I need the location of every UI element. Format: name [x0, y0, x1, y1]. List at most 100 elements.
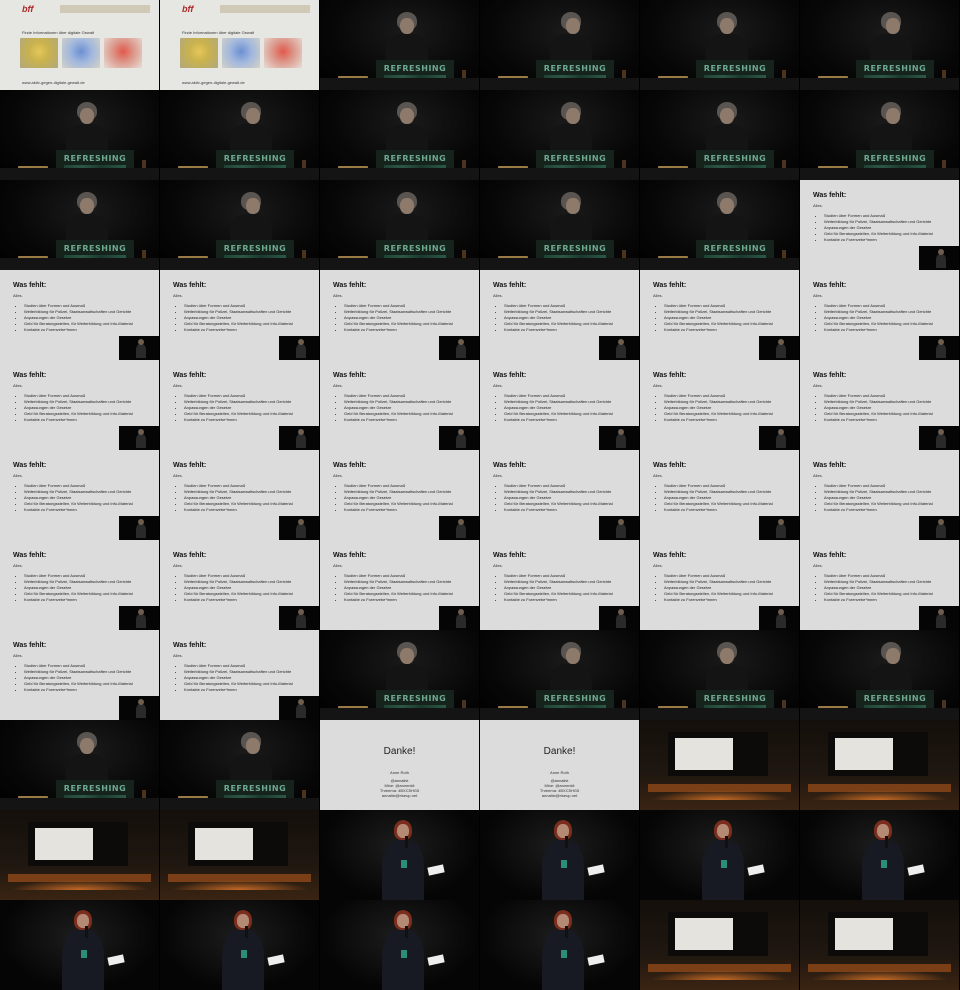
- paper-card: [427, 864, 445, 876]
- slide-subtitle: Alles.: [173, 653, 183, 658]
- stage-lights: [10, 880, 149, 890]
- picture-in-picture-speaker: [759, 426, 799, 450]
- slide-bullet-list: Studien über Formen und Ausmaß Weiterbil…: [498, 303, 613, 333]
- moderator-body: [62, 930, 104, 990]
- pip-speaker-body: [776, 524, 786, 538]
- slide-bullet: Kontakte zu Forenvebe*innen: [24, 417, 133, 423]
- slide-title: Was fehlt:: [813, 372, 847, 379]
- frame-speaker-stage: REFRESHING: [480, 630, 640, 720]
- pip-speaker-body: [136, 524, 146, 538]
- frame-moderator: [800, 810, 960, 900]
- lanyard-badge: [721, 860, 727, 868]
- moderator-body: [702, 840, 744, 900]
- frame-speaker-stage: REFRESHING: [0, 720, 160, 810]
- pip-speaker-head: [778, 609, 784, 615]
- frame-slide-was-fehlt: Was fehlt: Alles. Studien über Formen un…: [800, 360, 960, 450]
- frame-moderator: [480, 810, 640, 900]
- frame-slide-was-fehlt: Was fehlt: Alles. Studien über Formen un…: [480, 450, 640, 540]
- pip-speaker-body: [136, 344, 146, 358]
- frame-moderator: [320, 900, 480, 990]
- paper-card: [267, 954, 285, 966]
- slide-subtitle: Alles.: [493, 563, 503, 568]
- slide-title: Was fehlt:: [13, 552, 47, 559]
- pip-speaker-body: [136, 614, 146, 628]
- paper-card: [587, 864, 605, 876]
- slide-subtitle: Alles.: [333, 473, 343, 478]
- pip-speaker-body: [456, 524, 466, 538]
- slide-bullet: Kontakte zu Forenvebe*innen: [344, 327, 453, 333]
- speaker-face: [720, 108, 734, 124]
- frame-webpage: bff Finde Informationen über digitale Ge…: [0, 0, 160, 90]
- frame-speaker-stage: REFRESHING: [800, 630, 960, 720]
- slide-bullet-list: Studien über Formen und Ausmaß Weiterbil…: [178, 573, 293, 603]
- pip-speaker-head: [778, 339, 784, 345]
- slide-bullet-list: Studien über Formen und Ausmaß Weiterbil…: [178, 663, 293, 693]
- lectern-label: REFRESHING: [63, 154, 127, 163]
- frame-slide-was-fehlt: Was fehlt: Alles. Studien über Formen un…: [640, 450, 800, 540]
- frame-speaker-stage: REFRESHING: [800, 90, 960, 180]
- web-nav-bar: [220, 5, 310, 13]
- frame-speaker-stage: REFRESHING: [640, 0, 800, 90]
- picture-in-picture-speaker: [599, 426, 639, 450]
- moderator-body: [862, 840, 904, 900]
- slide-title: Was fehlt:: [813, 552, 847, 559]
- frame-speaker-stage: REFRESHING: [160, 720, 320, 810]
- microphone: [565, 836, 568, 848]
- picture-in-picture-speaker: [919, 246, 959, 270]
- slide-subtitle: Alles.: [333, 383, 343, 388]
- pip-speaker-head: [458, 519, 464, 525]
- slide-subtitle: Alles.: [493, 383, 503, 388]
- stage-floor: [800, 168, 959, 180]
- lanyard-badge: [881, 860, 887, 868]
- paper-card: [427, 954, 445, 966]
- frame-hall-wide-shot: [800, 900, 960, 990]
- lectern-label: REFRESHING: [543, 694, 607, 703]
- slide-bullet: Kontakte zu Forenvebe*innen: [664, 597, 773, 603]
- contact-line: annalist@riseup.net: [381, 793, 418, 798]
- web-thumbnail: [180, 38, 218, 68]
- lectern-label: REFRESHING: [703, 154, 767, 163]
- frame-slide-danke: Danke! Anne Roth @annalist Mine: @annenk…: [320, 720, 480, 810]
- web-footer-url: www.aktiv-gegen-digitale-gewalt.de: [22, 80, 85, 85]
- web-nav-bar: [60, 5, 150, 13]
- frame-slide-was-fehlt: Was fehlt: Alles. Studien über Formen un…: [800, 180, 960, 270]
- stage-floor: [480, 258, 639, 270]
- picture-in-picture-speaker: [919, 336, 959, 360]
- slide-subtitle: Alles.: [813, 473, 823, 478]
- slide-bullet: Kontakte zu Forenvebe*innen: [344, 597, 453, 603]
- frame-speaker-stage: REFRESHING: [0, 90, 160, 180]
- thanks-title: Danke!: [543, 746, 576, 757]
- pip-speaker-body: [616, 614, 626, 628]
- slide-bullet: Kontakte zu Forenvebe*innen: [504, 597, 613, 603]
- picture-in-picture-speaker: [759, 606, 799, 630]
- web-thumbnail: [264, 38, 302, 68]
- frame-slide-was-fehlt: Was fehlt: Alles. Studien über Formen un…: [480, 540, 640, 630]
- slide-bullet-list: Studien über Formen und Ausmaß Weiterbil…: [658, 393, 773, 423]
- bff-logo: bff: [182, 4, 194, 14]
- lanyard-badge: [241, 950, 247, 958]
- pip-speaker-head: [298, 429, 304, 435]
- slide-title: Was fehlt:: [813, 282, 847, 289]
- slide-bullet: Kontakte zu Forenvebe*innen: [504, 507, 613, 513]
- stage-floor: [480, 168, 639, 180]
- pip-speaker-body: [456, 614, 466, 628]
- picture-in-picture-speaker: [119, 336, 159, 360]
- web-intro-text: Finde Informationen über digitale Gewalt: [22, 30, 95, 35]
- pip-speaker-head: [458, 339, 464, 345]
- pip-speaker-body: [296, 434, 306, 448]
- frame-slide-was-fehlt: Was fehlt: Alles. Studien über Formen un…: [0, 360, 160, 450]
- slide-bullet-list: Studien über Formen und Ausmaß Weiterbil…: [18, 483, 133, 513]
- speaker-face: [566, 198, 580, 214]
- speaker-face: [400, 198, 414, 214]
- moderator-body: [382, 840, 424, 900]
- lectern-label: REFRESHING: [63, 784, 127, 793]
- pip-speaker-head: [138, 519, 144, 525]
- pip-speaker-body: [936, 344, 946, 358]
- pip-speaker-body: [296, 704, 306, 718]
- slide-bullet: Kontakte zu Forenvebe*innen: [824, 417, 933, 423]
- pip-speaker-body: [776, 614, 786, 628]
- lectern-label: REFRESHING: [383, 64, 447, 73]
- slide-title: Was fehlt:: [173, 282, 207, 289]
- slide-bullet-list: Studien über Formen und Ausmaß Weiterbil…: [18, 573, 133, 603]
- pip-speaker-body: [776, 434, 786, 448]
